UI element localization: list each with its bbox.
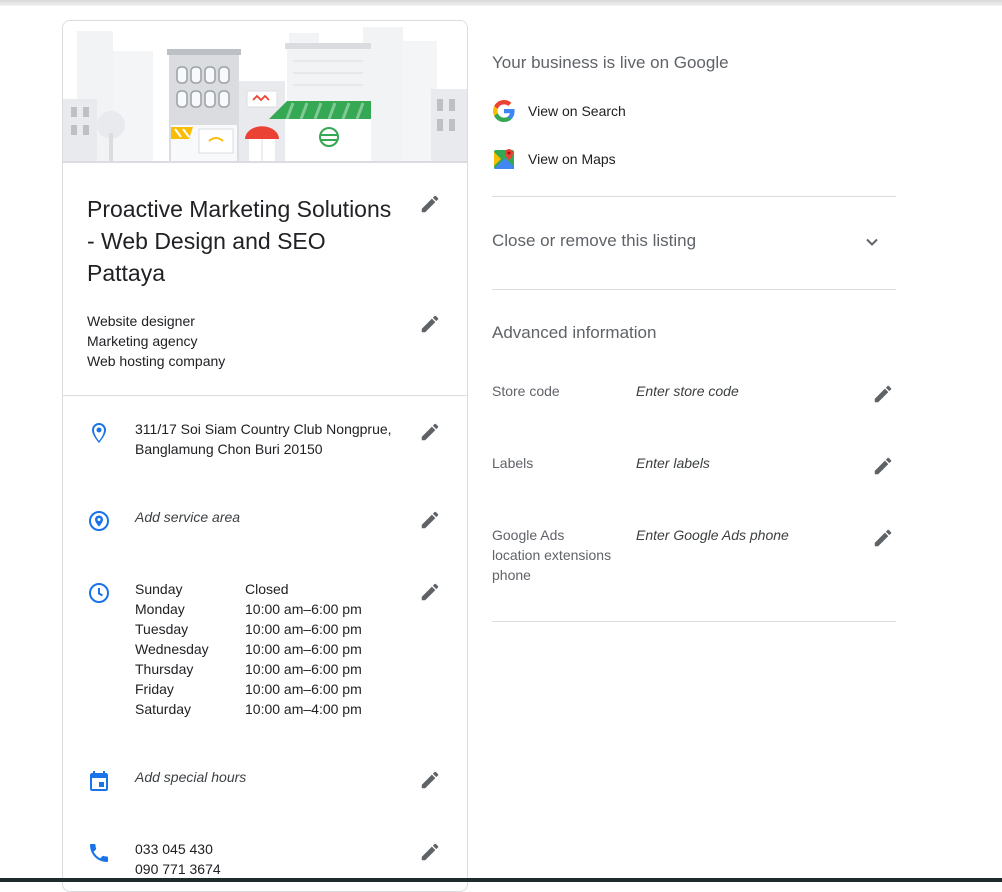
hours-row: Tuesday 10:00 am–6:00 pm (135, 619, 362, 639)
category-primary: Website designer (87, 313, 195, 329)
pencil-icon (421, 843, 439, 861)
category-item: Web hosting company (87, 353, 226, 369)
google-ads-phone-label: Google Ads location extensions phone (492, 527, 612, 583)
edit-special-hours-button[interactable] (419, 769, 441, 791)
hours-row: Sunday Closed (135, 579, 362, 599)
phone-numbers: 033 045 430 090 771 3674 (135, 839, 221, 879)
advanced-information-heading: Advanced information (492, 323, 657, 342)
hours-day: Thursday (135, 661, 194, 677)
chevron-down-icon (860, 230, 884, 254)
business-name: Proactive Marketing Solutions - Web Desi… (87, 196, 392, 286)
location-pin-icon (87, 421, 111, 445)
hours-row: Wednesday 10:00 am–6:00 pm (135, 639, 362, 659)
edit-hours-button[interactable] (419, 581, 441, 603)
labels-label: Labels (492, 455, 534, 471)
hours-time: 10:00 am–6:00 pm (245, 641, 362, 657)
address-line-2: Banglamung Chon Buri 20150 (135, 441, 323, 457)
hours-day: Wednesday (135, 641, 209, 657)
pencil-icon (874, 529, 892, 547)
business-live-heading: Your business is live on Google (492, 53, 729, 72)
pencil-icon (421, 423, 439, 441)
edit-address-button[interactable] (419, 421, 441, 443)
section-divider (492, 289, 896, 290)
pencil-icon (421, 583, 439, 601)
hours-row: Monday 10:00 am–6:00 pm (135, 599, 362, 619)
phone-icon (87, 841, 111, 865)
section-divider (492, 196, 896, 197)
storefront-illustration (63, 21, 467, 163)
pencil-icon (421, 511, 439, 529)
store-code-value[interactable]: Enter store code (636, 381, 739, 401)
pencil-icon (421, 195, 439, 213)
section-divider (492, 621, 896, 622)
google-g-icon (492, 99, 516, 123)
hours-day: Sunday (135, 581, 183, 597)
edit-name-button[interactable] (419, 193, 441, 215)
service-area-icon (87, 509, 111, 533)
view-on-search-link[interactable]: View on Search (492, 99, 626, 123)
edit-google-ads-phone-button[interactable] (872, 527, 894, 549)
calendar-icon (87, 769, 111, 793)
view-on-maps-label: View on Maps (528, 151, 616, 167)
window-bottom-edge (0, 878, 1002, 882)
google-ads-phone-value[interactable]: Enter Google Ads phone (636, 525, 789, 545)
pencil-icon (874, 385, 892, 403)
address: 311/17 Soi Siam Country Club Nongprue, B… (135, 419, 392, 459)
store-code-label: Store code (492, 383, 560, 399)
hours-row: Thursday 10:00 am–6:00 pm (135, 659, 362, 679)
hours-time: 10:00 am–6:00 pm (245, 621, 362, 637)
close-or-remove-listing[interactable]: Close or remove this listing (492, 222, 896, 262)
labels-value[interactable]: Enter labels (636, 453, 710, 473)
hours-time: 10:00 am–6:00 pm (245, 601, 362, 617)
edit-labels-button[interactable] (872, 455, 894, 477)
edit-service-area-button[interactable] (419, 509, 441, 531)
hours-row: Friday 10:00 am–6:00 pm (135, 679, 362, 699)
hours-day: Monday (135, 601, 185, 617)
hours-row: Saturday 10:00 am–4:00 pm (135, 699, 362, 719)
additional-phone: 090 771 3674 (135, 861, 221, 877)
clock-icon (87, 581, 111, 605)
business-hours: Sunday Closed Monday 10:00 am–6:00 pm Tues… (135, 579, 362, 719)
business-categories: Website designer Marketing agency Web ho… (87, 311, 225, 371)
pencil-icon (874, 457, 892, 475)
category-item: Marketing agency (87, 333, 198, 349)
view-on-maps-link[interactable]: View on Maps (492, 147, 616, 171)
edit-categories-button[interactable] (419, 313, 441, 335)
pencil-icon (421, 315, 439, 333)
hours-day: Saturday (135, 701, 192, 717)
edit-phone-button[interactable] (419, 841, 441, 863)
hours-time: 10:00 am–4:00 pm (245, 701, 362, 717)
add-service-area-link[interactable]: Add service area (135, 507, 240, 527)
google-maps-icon (492, 147, 516, 171)
view-on-search-label: View on Search (528, 103, 626, 119)
close-listing-label: Close or remove this listing (492, 231, 697, 250)
add-special-hours-link[interactable]: Add special hours (135, 767, 246, 787)
browser-top-edge (0, 0, 1002, 6)
business-profile-card: Proactive Marketing Solutions - Web Desi… (62, 20, 468, 892)
edit-store-code-button[interactable] (872, 383, 894, 405)
section-divider (63, 395, 467, 396)
hours-time: Closed (245, 581, 289, 597)
hours-day: Tuesday (135, 621, 189, 637)
primary-phone: 033 045 430 (135, 841, 213, 857)
hours-time: 10:00 am–6:00 pm (245, 681, 362, 697)
address-line-1: 311/17 Soi Siam Country Club Nongprue, (135, 421, 392, 437)
pencil-icon (421, 771, 439, 789)
hours-time: 10:00 am–6:00 pm (245, 661, 362, 677)
hours-day: Friday (135, 681, 174, 697)
